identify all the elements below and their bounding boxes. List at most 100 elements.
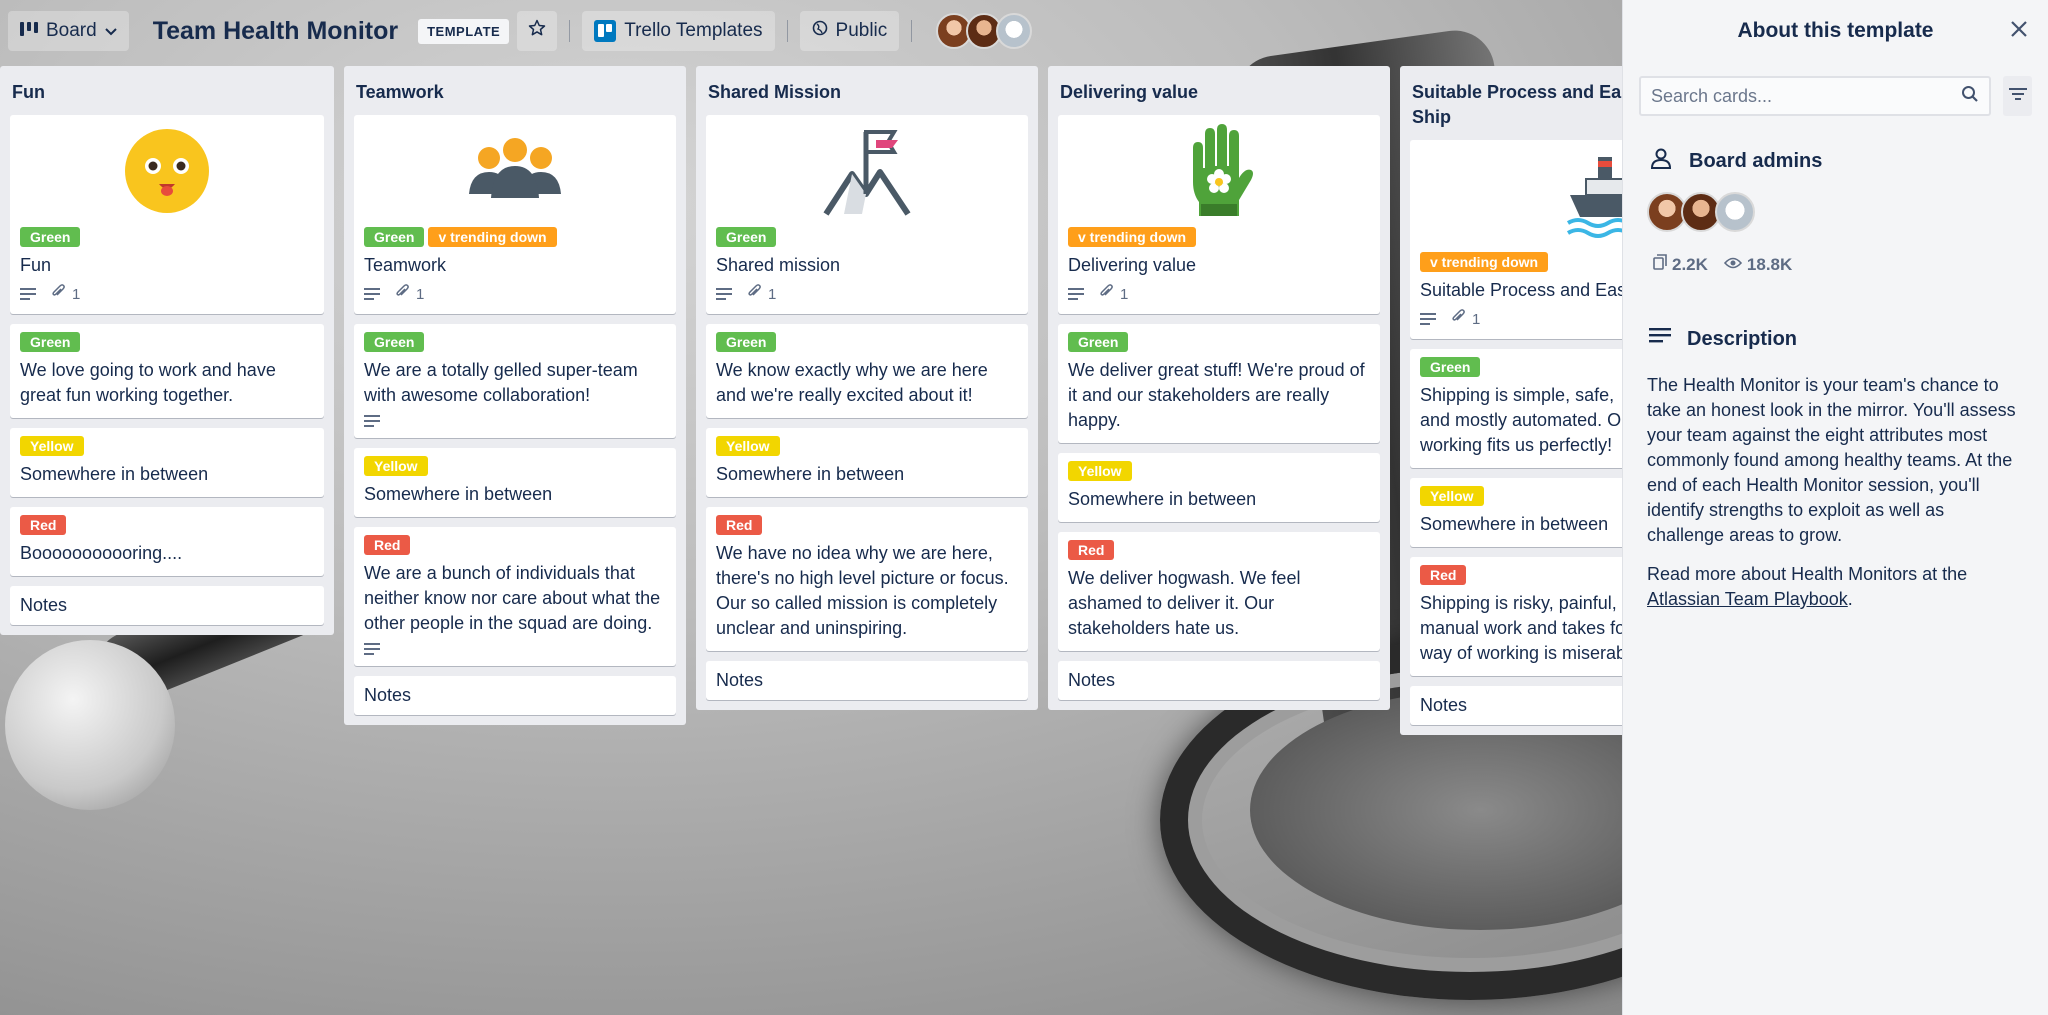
chevron-down-icon [104, 20, 117, 42]
notes-card[interactable]: Notes [1058, 661, 1380, 700]
cover-image [20, 121, 314, 221]
label-red: Red [364, 535, 411, 555]
cover-card[interactable]: Green Shared mission 1 [706, 115, 1028, 314]
attachment-count: 1 [768, 285, 777, 303]
list-card[interactable]: Red We are a bunch of individuals that n… [354, 527, 676, 666]
label-green: Green [364, 227, 425, 247]
card-badges: 1 [20, 284, 314, 304]
list-card[interactable]: Yellow Somewhere in between [706, 428, 1028, 497]
card-title: We deliver great stuff! We're proud of i… [1068, 360, 1365, 430]
list-card[interactable]: Green We know exactly why we are here an… [706, 324, 1028, 418]
attachment-badge: 1 [746, 284, 776, 304]
trello-icon [594, 20, 617, 42]
attachment-badge: 1 [1098, 284, 1128, 304]
board-view-switcher[interactable]: Board [8, 11, 129, 51]
attachment-count: 1 [1472, 310, 1481, 328]
list-card[interactable]: Green We are a totally gelled super-team… [354, 324, 676, 438]
search-placeholder: Search cards... [1651, 85, 1773, 106]
label-yellow: Yellow [364, 456, 428, 476]
list-card[interactable]: Red Booooooooooring.... [10, 507, 324, 576]
card-title: Somewhere in between [364, 484, 553, 504]
template-stats: 2.2K 18.8K [1623, 232, 2048, 275]
board-view-label: Board [46, 20, 97, 41]
board-title[interactable]: Team Health Monitor [141, 17, 410, 46]
list-card[interactable]: Yellow Somewhere in between [10, 428, 324, 497]
list-fun: Fun Green Fun 1 Green We love going to w… [0, 66, 334, 635]
list-title[interactable]: Fun [10, 66, 324, 115]
paperclip-icon [394, 284, 410, 304]
label-yellow: Yellow [1420, 486, 1484, 506]
list-teamwork: Teamwork Green v trending down Teamwork 1 [344, 66, 686, 725]
paperclip-icon [746, 284, 762, 304]
copy-icon [1653, 254, 1667, 275]
board-admins-list [1623, 176, 2048, 232]
atlassian-playbook-link[interactable]: Atlassian Team Playbook [1647, 589, 1848, 609]
label-green: Green [716, 332, 777, 352]
description-icon [716, 287, 732, 301]
board-members [936, 13, 1033, 49]
read-more-prefix: Read more about Health Monitors at the [1647, 564, 1968, 584]
card-title: We are a bunch of individuals that neith… [364, 563, 661, 633]
card-badges: 1 [364, 284, 666, 304]
team-icon [469, 138, 561, 198]
notes-card[interactable]: Notes [10, 586, 324, 625]
description-icon [1068, 287, 1084, 301]
attachment-count: 1 [416, 285, 425, 303]
list-card[interactable]: Yellow Somewhere in between [1058, 453, 1380, 522]
avatar[interactable] [1715, 192, 1755, 232]
search-row: Search cards... [1623, 62, 2048, 116]
cover-card[interactable]: v trending down Delivering value 1 [1058, 115, 1380, 314]
avatar[interactable] [996, 13, 1033, 49]
list-card[interactable]: Red We have no idea why we are here, the… [706, 507, 1028, 651]
cover-card[interactable]: Green Fun 1 [10, 115, 324, 314]
attachment-badge: 1 [50, 284, 80, 304]
label-red: Red [20, 515, 67, 535]
card-title: Somewhere in between [716, 464, 905, 484]
label-red: Red [716, 515, 763, 535]
workspace-button[interactable]: Trello Templates [582, 11, 775, 51]
search-cards-input[interactable]: Search cards... [1639, 76, 1991, 116]
list-title-line: Suitable Process and Ea [1412, 82, 1622, 102]
label-green: Green [364, 332, 425, 352]
filter-button[interactable] [2003, 76, 2032, 116]
about-template-panel: About this template Search cards... Boar… [1622, 0, 2048, 1015]
list-card[interactable]: Green We love going to work and have gre… [10, 324, 324, 418]
template-description: The Health Monitor is your team's chance… [1623, 351, 2048, 612]
star-button[interactable] [517, 11, 558, 51]
paperclip-icon [1098, 284, 1114, 304]
card-title: We are a totally gelled super-team with … [364, 360, 638, 405]
card-title: We know exactly why we are here and we'r… [716, 360, 988, 405]
label-green: Green [716, 227, 777, 247]
label-green: Green [1068, 332, 1129, 352]
panel-title: About this template [1737, 19, 1934, 42]
visibility-button[interactable]: Public [799, 11, 900, 51]
list-card[interactable]: Green We deliver great stuff! We're prou… [1058, 324, 1380, 443]
cover-card[interactable]: Green v trending down Teamwork 1 [354, 115, 676, 314]
notes-card[interactable]: Notes [706, 661, 1028, 700]
cover-image [716, 121, 1018, 221]
label-yellow: Yellow [716, 436, 780, 456]
attachment-badge: 1 [1450, 309, 1480, 329]
template-badge: TEMPLATE [418, 18, 510, 44]
description-icon [364, 287, 380, 301]
list-card[interactable]: Red We deliver hogwash. We feel ashamed … [1058, 532, 1380, 651]
list-title[interactable]: Delivering value [1058, 66, 1380, 115]
close-button[interactable] [2006, 18, 2032, 44]
notes-card[interactable]: Notes [354, 676, 676, 715]
filter-icon [2008, 87, 2027, 106]
description-icon [1649, 327, 1671, 351]
list-title[interactable]: Shared Mission [706, 66, 1028, 115]
list-card[interactable]: Yellow Somewhere in between [354, 448, 676, 517]
label-green: Green [1420, 357, 1481, 377]
list-title[interactable]: Teamwork [354, 66, 676, 115]
card-title: Fun [20, 255, 52, 275]
card-title: Teamwork [364, 255, 447, 275]
card-badges: 1 [716, 284, 1018, 304]
panel-header: About this template [1623, 0, 2048, 62]
star-icon [527, 18, 547, 44]
label-red: Red [1420, 565, 1467, 585]
cover-image [364, 121, 666, 221]
card-title: Somewhere in between [1068, 489, 1257, 509]
paperclip-icon [1450, 309, 1466, 329]
description-heading-label: Description [1687, 327, 1798, 350]
